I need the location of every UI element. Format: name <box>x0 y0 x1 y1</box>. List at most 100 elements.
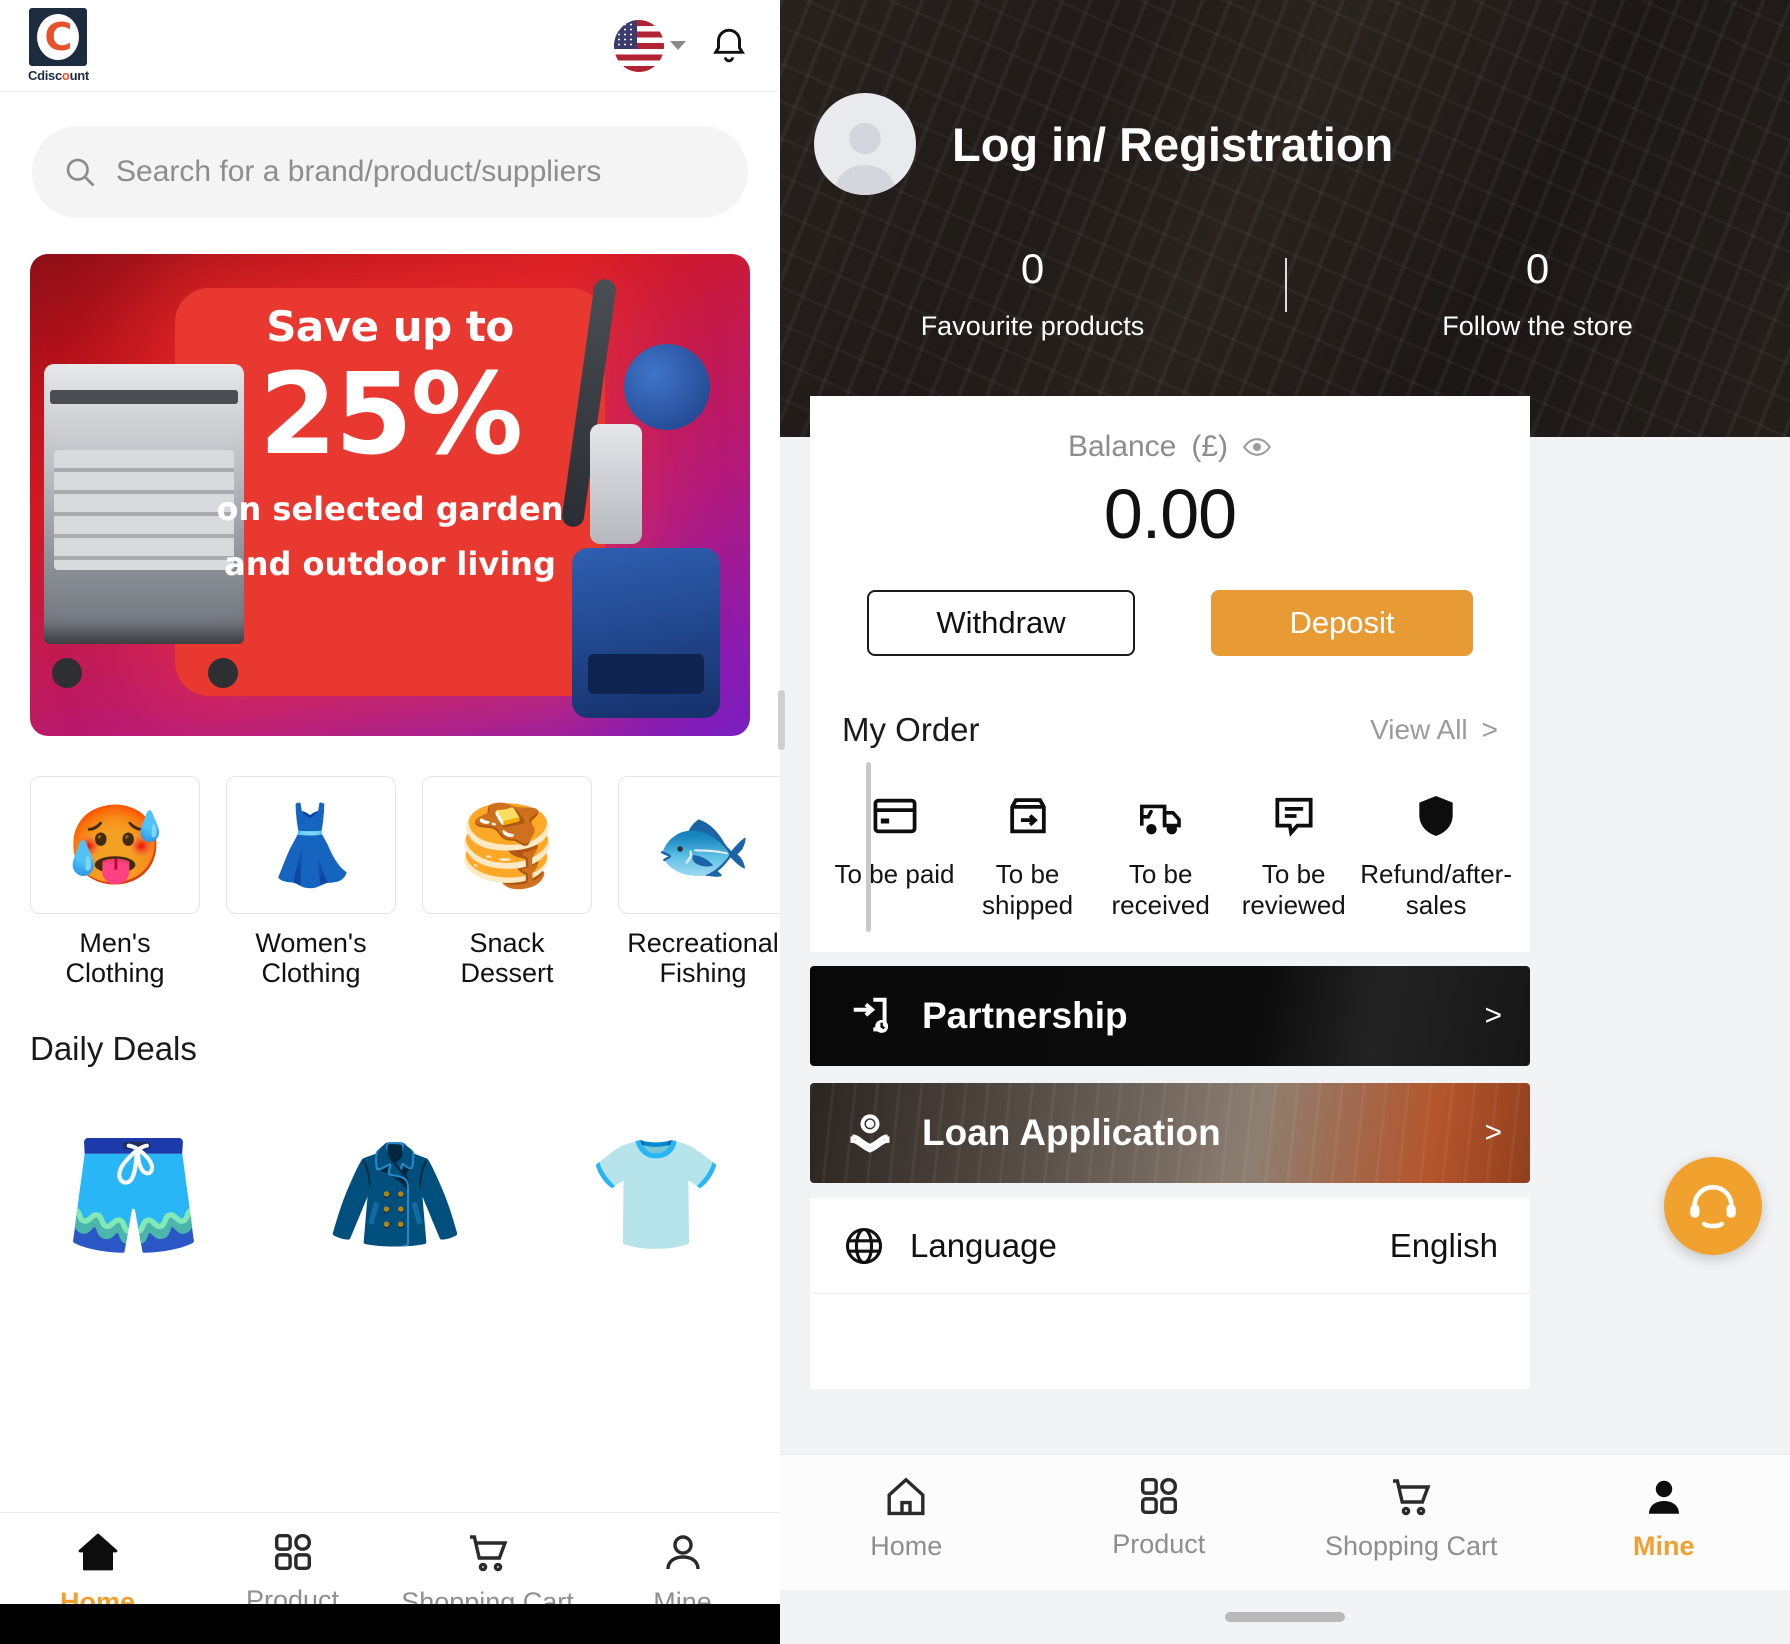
banner-text: Save up to 25% on selected garden and ou… <box>30 302 750 585</box>
order-status-label: To be shipped <box>982 859 1074 920</box>
order-status-to-be-paid[interactable]: To be paid <box>828 791 961 920</box>
category-item-recreational-fishing[interactable]: 🐟 Recreational Fishing <box>618 776 780 988</box>
partnership-label: Partnership <box>922 995 1128 1036</box>
tab-home[interactable]: Home <box>780 1473 1033 1562</box>
left-screen-bottom-strip <box>0 1604 780 1644</box>
deal-item[interactable]: 🧥 <box>271 1094 518 1294</box>
app-root: C Cdiscount Search for a brand/product/s… <box>0 0 1790 1644</box>
left-screen-content: C Cdiscount Search for a brand/product/s… <box>0 0 780 1554</box>
tab-product[interactable]: Product <box>195 1529 390 1616</box>
notification-bell-icon[interactable] <box>708 24 750 68</box>
logo-wordmark: Cdiscount <box>28 68 89 83</box>
withdraw-button[interactable]: Withdraw <box>867 590 1135 656</box>
left-scroll-indicator[interactable] <box>778 690 785 750</box>
category-item-womens-clothing[interactable]: 👗 Women's Clothing <box>226 776 396 988</box>
deal-item[interactable]: 🩳 <box>10 1094 257 1294</box>
chevron-right-icon: > <box>1481 714 1498 745</box>
right-bottom-tabbar: Home Product Shopping Cart Mine <box>780 1454 1790 1590</box>
home-icon <box>887 1477 925 1516</box>
order-status-to-be-reviewed[interactable]: To be reviewed <box>1227 791 1360 920</box>
loan-application-banner[interactable]: Loan Application > <box>810 1083 1530 1183</box>
tab-mine[interactable]: Mine <box>1538 1473 1790 1562</box>
order-status-to-be-shipped[interactable]: To be shipped <box>961 791 1094 920</box>
stat-favourite-products[interactable]: 0 Favourite products <box>780 245 1285 342</box>
header-actions <box>614 19 750 72</box>
comment-review-icon <box>1275 797 1313 837</box>
tab-label: Mine <box>1632 1531 1695 1561</box>
tab-shopping-cart[interactable]: Shopping Cart <box>1285 1473 1538 1562</box>
chevron-right-icon: > <box>1484 999 1502 1032</box>
settings-list: Language English <box>810 1198 1530 1390</box>
right-screen-content: Log in/ Registration 0 Favourite product… <box>780 0 1790 1644</box>
order-status-label: To be paid <box>834 859 955 889</box>
avatar <box>814 93 916 195</box>
order-status-label: To be received <box>1111 859 1210 920</box>
balance-actions: Withdraw Deposit <box>810 590 1530 656</box>
grid-icon <box>1140 1477 1177 1515</box>
home-indicator[interactable] <box>1225 1612 1345 1622</box>
tab-label: Home <box>870 1531 943 1561</box>
partnership-banner[interactable]: Partnership > <box>810 966 1530 1066</box>
balance-label: Balance (£) <box>1067 430 1229 463</box>
package-out-icon <box>1009 798 1046 834</box>
order-status-to-be-received[interactable]: To be received <box>1094 791 1227 920</box>
person-icon <box>1648 1480 1679 1514</box>
person-icon <box>665 1535 700 1570</box>
order-status-refund-after-sales[interactable]: Refund/after-sales <box>1360 791 1512 920</box>
support-fab-button[interactable] <box>1664 1157 1762 1255</box>
tab-product[interactable]: Product <box>1033 1473 1286 1560</box>
banner-line-2: 25% <box>258 350 523 480</box>
search-section: Search for a brand/product/suppliers <box>0 92 780 218</box>
cart-icon <box>1393 1479 1431 1516</box>
profile-hero: Log in/ Registration 0 Favourite product… <box>780 0 1790 437</box>
headset-support-icon <box>1690 1184 1736 1229</box>
order-status-label: To be reviewed <box>1241 859 1346 920</box>
category-image: 👗 <box>226 776 396 914</box>
right-phone-screen: Log in/ Registration 0 Favourite product… <box>780 0 1790 1644</box>
left-phone-screen: C Cdiscount Search for a brand/product/s… <box>0 0 780 1644</box>
balance-amount: 0.00 <box>1103 475 1237 553</box>
country-selector[interactable] <box>614 19 686 72</box>
banner-line-3: on selected garden <box>216 489 564 528</box>
credit-card-icon <box>873 798 916 834</box>
language-row[interactable]: Language English <box>810 1198 1530 1294</box>
home-icon <box>78 1533 117 1571</box>
deposit-button[interactable]: Deposit <box>1211 590 1473 656</box>
order-status-label: Refund/after-sales <box>1360 859 1512 920</box>
right-scroll-indicator[interactable] <box>866 762 871 932</box>
my-order-card: My Order View All > To be paid To be shi… <box>810 675 1530 953</box>
view-all-orders-link[interactable]: View All > <box>1370 714 1498 746</box>
eye-icon[interactable] <box>1242 432 1272 462</box>
balance-label-row: Balance (£) <box>810 430 1530 464</box>
category-label: Women's Clothing <box>255 928 367 989</box>
search-icon <box>66 158 95 187</box>
home-indicator-area <box>780 1590 1790 1644</box>
loan-application-label: Loan Application <box>922 1112 1221 1153</box>
language-value: English <box>1389 1226 1498 1264</box>
daily-deals-row: 🩳 🧥 👕 <box>0 1068 780 1294</box>
my-order-header: My Order View All > <box>810 711 1530 749</box>
search-input[interactable]: Search for a brand/product/suppliers <box>32 126 748 218</box>
tab-label: Shopping Cart <box>1324 1531 1498 1561</box>
category-item-snack-dessert[interactable]: 🥞 Snack Dessert <box>422 776 592 988</box>
stat-value: 0 <box>1525 245 1550 292</box>
balance-card: Balance (£) 0.00 Withdraw Deposit <box>810 396 1530 700</box>
category-label: Snack Dessert <box>460 928 554 989</box>
category-row: 🥵 Men's Clothing 👗 Women's Clothing 🥞 Sn… <box>0 776 780 988</box>
login-registration-row[interactable]: Log in/ Registration <box>814 93 1393 195</box>
shield-refund-icon <box>1419 796 1453 836</box>
my-order-title: My Order <box>842 711 980 748</box>
delivery-truck-icon <box>1139 804 1181 835</box>
avatar-placeholder-icon <box>834 122 896 195</box>
cdiscount-logo[interactable]: C Cdiscount <box>28 8 89 83</box>
category-item-mens-clothing[interactable]: 🥵 Men's Clothing <box>30 776 200 988</box>
language-label: Language <box>910 1226 1057 1264</box>
settings-row-partial[interactable] <box>810 1294 1530 1390</box>
logo-badge: C <box>29 8 88 66</box>
promo-banner[interactable]: Save up to 25% on selected garden and ou… <box>30 254 750 736</box>
bbq-grill-wheels <box>50 644 240 688</box>
deal-item[interactable]: 👕 <box>533 1094 780 1294</box>
stat-follow-the-store[interactable]: 0 Follow the store <box>1285 245 1790 342</box>
stats-divider <box>1285 258 1287 312</box>
search-placeholder: Search for a brand/product/suppliers <box>116 155 602 188</box>
